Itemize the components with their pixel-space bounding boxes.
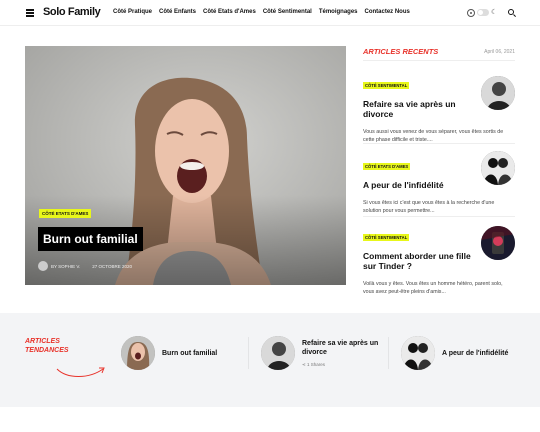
trending-item-title[interactable]: A peur de l'infidélité bbox=[442, 349, 520, 358]
trending-title-line-1: Articles bbox=[25, 338, 60, 345]
nav-cote-pratique[interactable]: Côté Pratique bbox=[113, 9, 152, 15]
site-logo[interactable]: Solo Family bbox=[43, 6, 101, 18]
divider bbox=[363, 216, 515, 217]
menu-icon[interactable] bbox=[26, 9, 34, 17]
hero-title[interactable]: Burn out familial bbox=[38, 227, 143, 251]
trending-item[interactable]: A peur de l'infidélité bbox=[401, 336, 520, 370]
recent-article-thumbnail[interactable] bbox=[481, 226, 515, 260]
nav-temoignages[interactable]: Témoignages bbox=[319, 9, 358, 15]
search-icon[interactable] bbox=[508, 9, 514, 15]
recent-article-excerpt: Si vous êtes ici c'est que vous êtes à l… bbox=[363, 200, 495, 214]
main-nav: Côté Pratique Côté Enfants Côté Etats d'… bbox=[113, 9, 410, 15]
recent-articles-header: Articles Recents April 06, 2021 bbox=[363, 47, 515, 56]
divider bbox=[363, 60, 515, 61]
nav-cote-enfants[interactable]: Côté Enfants bbox=[159, 9, 196, 15]
nav-cote-sentimental[interactable]: Côté Sentimental bbox=[263, 9, 312, 15]
hero-meta: By Sophie V. 27 Octobre 2020 bbox=[38, 261, 132, 271]
nav-contactez-nous[interactable]: Contactez Nous bbox=[365, 9, 410, 15]
author-avatar[interactable] bbox=[38, 261, 48, 271]
trending-thumbnail[interactable] bbox=[121, 336, 155, 370]
recent-article-excerpt: Vous aussi vous venez de vous séparer, v… bbox=[363, 129, 504, 143]
recent-articles-date: April 06, 2021 bbox=[484, 48, 515, 55]
recent-article-thumbnail[interactable] bbox=[481, 76, 515, 110]
trending-section: Articles Tendances Burn out familial Ref… bbox=[0, 313, 540, 407]
dark-mode-toggle[interactable] bbox=[477, 9, 489, 16]
recent-article-item[interactable]: Côté Sentimental Comment aborder une fil… bbox=[363, 226, 515, 296]
separator bbox=[388, 337, 389, 369]
hero-date: 27 Octobre 2020 bbox=[92, 263, 132, 269]
recent-article-title[interactable]: A peur de l'infidélité bbox=[363, 180, 471, 190]
moon-icon[interactable]: ☾ bbox=[491, 8, 497, 16]
site-header: Solo Family Côté Pratique Côté Enfants C… bbox=[0, 0, 540, 26]
recent-article-category[interactable]: Côté Sentimental bbox=[363, 82, 410, 89]
recent-article-category[interactable]: Côté Etats d'Ames bbox=[363, 163, 411, 170]
hero-category-badge[interactable]: Côté Etats d'Ames bbox=[39, 209, 92, 218]
trending-item[interactable]: Refaire sa vie après un divorce ⋖ 1 Shar… bbox=[261, 336, 380, 370]
share-count: ⋖ 1 Shares bbox=[302, 362, 380, 368]
share-count-text: 1 Shares bbox=[307, 361, 326, 367]
trending-item-title[interactable]: Refaire sa vie après un divorce bbox=[302, 339, 380, 357]
recent-articles-title: Articles Recents bbox=[363, 47, 439, 56]
curved-arrow-icon bbox=[56, 367, 105, 377]
recent-article-thumbnail[interactable] bbox=[481, 151, 515, 185]
trending-title: Articles Tendances bbox=[25, 337, 69, 355]
trending-thumbnail[interactable] bbox=[401, 336, 435, 370]
divider bbox=[363, 143, 515, 144]
sun-icon[interactable] bbox=[467, 9, 475, 17]
trending-item-title[interactable]: Burn out familial bbox=[162, 349, 240, 358]
hero-author[interactable]: By Sophie V. bbox=[51, 264, 80, 269]
recent-article-category[interactable]: Côté Sentimental bbox=[363, 234, 410, 241]
share-icon: ⋖ bbox=[302, 361, 306, 367]
trending-item[interactable]: Burn out familial bbox=[121, 336, 240, 370]
trending-thumbnail[interactable] bbox=[261, 336, 295, 370]
recent-article-excerpt: Voilà vous y êtes. Vous êtes un homme hé… bbox=[363, 281, 503, 295]
recent-article-item[interactable]: Côté Sentimental Refaire sa vie après un… bbox=[363, 74, 515, 144]
separator bbox=[248, 337, 249, 369]
recent-article-title[interactable]: Comment aborder une fille sur Tinder ? bbox=[363, 251, 471, 271]
trending-title-line-2: Tendances bbox=[25, 347, 69, 354]
nav-cote-etats-dames[interactable]: Côté Etats d'Ames bbox=[203, 9, 256, 15]
recent-article-item[interactable]: Côté Etats d'Ames A peur de l'infidélité… bbox=[363, 151, 515, 215]
recent-article-title[interactable]: Refaire sa vie après un divorce bbox=[363, 99, 471, 119]
